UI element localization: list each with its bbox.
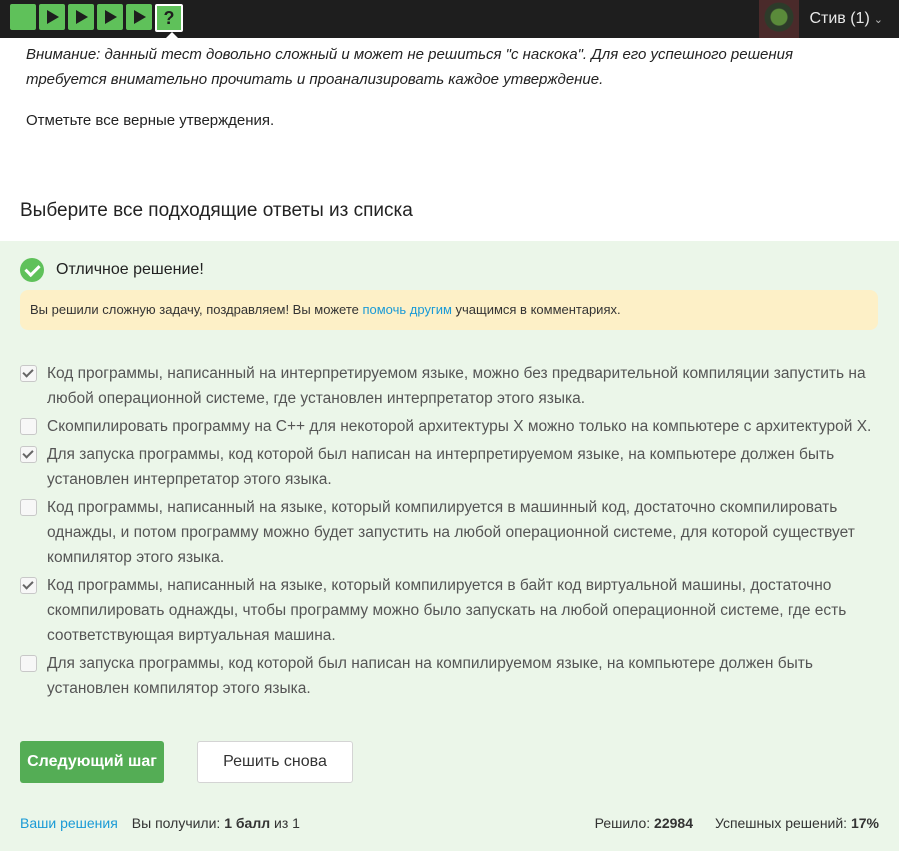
option-checkbox[interactable] xyxy=(20,577,37,594)
step-6-question-current[interactable]: ? xyxy=(155,4,183,32)
current-step-pointer xyxy=(166,32,178,38)
option-checkbox[interactable] xyxy=(20,446,37,463)
solved-label: Решило: xyxy=(594,815,655,831)
option-text[interactable]: Для запуска программы, код которой был н… xyxy=(47,651,880,701)
help-others-link[interactable]: помочь другим xyxy=(362,302,451,317)
success-text: Отличное решение! xyxy=(56,261,204,278)
option-item[interactable]: Скомпилировать программу на C++ для неко… xyxy=(20,414,880,439)
answer-panel: Отличное решение! Вы решили сложную зада… xyxy=(0,241,899,851)
task-warning: Внимание: данный тест довольно сложный и… xyxy=(26,46,793,88)
question-icon: ? xyxy=(163,8,175,28)
step-4-video[interactable] xyxy=(97,4,123,30)
step-1-solved[interactable] xyxy=(10,4,36,30)
play-icon xyxy=(47,10,59,24)
notice-text-after: учащимся в комментариях. xyxy=(451,302,621,317)
success-message: Отличное решение! xyxy=(20,258,204,282)
top-bar: ? Стив (1) ⌄ xyxy=(0,0,899,38)
notice-text-before: Вы решили сложную задачу, поздравляем! В… xyxy=(30,302,363,317)
option-item[interactable]: Для запуска программы, код которой был н… xyxy=(20,651,880,701)
avatar[interactable] xyxy=(759,0,800,38)
user-menu[interactable]: Стив (1) ⌄ xyxy=(759,0,883,38)
play-icon xyxy=(134,10,146,24)
received-label: Вы получили: xyxy=(131,815,225,831)
option-text[interactable]: Код программы, написанный на языке, кото… xyxy=(47,573,880,648)
retry-button[interactable]: Решить снова xyxy=(197,741,353,783)
option-text[interactable]: Код программы, написанный на языке, кото… xyxy=(47,495,880,570)
comment-notice: Вы решили сложную задачу, поздравляем! В… xyxy=(20,290,878,330)
success-rate-label: Успешных решений: xyxy=(714,815,851,831)
received-suffix: из 1 xyxy=(270,815,300,831)
option-item[interactable]: Код программы, написанный на языке, кото… xyxy=(20,573,880,648)
your-solutions-link[interactable]: Ваши решения xyxy=(20,815,118,831)
play-icon xyxy=(105,10,117,24)
success-rate-value: 17% xyxy=(850,815,879,831)
option-item[interactable]: Код программы, написанный на интерпретир… xyxy=(20,361,880,411)
option-text[interactable]: Код программы, написанный на интерпретир… xyxy=(47,361,880,411)
option-checkbox[interactable] xyxy=(20,418,37,435)
step-3-video[interactable] xyxy=(68,4,94,30)
option-checkbox[interactable] xyxy=(20,655,37,672)
option-checkbox[interactable] xyxy=(20,499,37,516)
section-title: Выберите все подходящие ответы из списка xyxy=(20,200,413,221)
options-list: Код программы, написанный на интерпретир… xyxy=(20,361,880,704)
step-5-video[interactable] xyxy=(126,4,152,30)
option-checkbox[interactable] xyxy=(20,365,37,382)
chevron-down-icon[interactable]: ⌄ xyxy=(874,13,883,26)
received-value: 1 балл xyxy=(224,815,271,831)
step-2-video[interactable] xyxy=(39,4,65,30)
solved-count: 22984 xyxy=(654,815,693,831)
option-text[interactable]: Для запуска программы, код которой был н… xyxy=(47,442,880,492)
option-text[interactable]: Скомпилировать программу на C++ для неко… xyxy=(47,414,871,439)
user-name[interactable]: Стив (1) xyxy=(809,10,869,28)
option-item[interactable]: Код программы, написанный на языке, кото… xyxy=(20,495,880,570)
task-instruction: Отметьте все верные утверждения. xyxy=(26,112,275,129)
play-icon xyxy=(76,10,88,24)
lesson-steps: ? xyxy=(10,4,186,32)
check-circle-icon xyxy=(20,258,44,282)
next-step-button[interactable]: Следующий шаг xyxy=(20,741,164,783)
option-item[interactable]: Для запуска программы, код которой был н… xyxy=(20,442,880,492)
